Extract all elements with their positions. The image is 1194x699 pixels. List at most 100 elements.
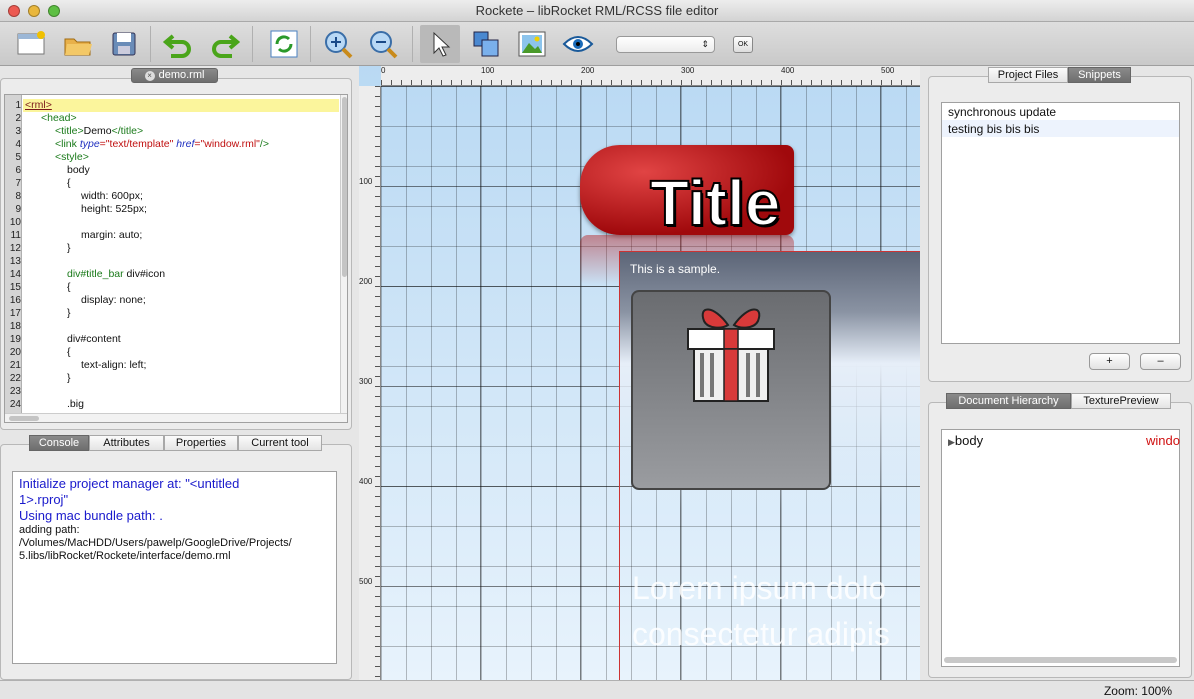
tree-node-label: body (954, 433, 984, 448)
vertical-ruler: 100 200 300 400 500 (359, 86, 381, 680)
code-token: <title> (55, 125, 84, 137)
code-token: div#icon (123, 268, 166, 280)
line-number: 4 (15, 139, 21, 150)
line-number: 19 (9, 334, 21, 345)
tree-node-value: windo (1146, 433, 1180, 448)
code-line: display: none; (81, 294, 146, 306)
code-line: } (67, 242, 71, 254)
code-line: margin: auto; (81, 229, 143, 241)
tab-demo-rml[interactable]: × demo.rml (131, 68, 218, 83)
hierarchy-hscroll-thumb[interactable] (944, 657, 1177, 663)
editor-hscrollbar[interactable] (5, 413, 347, 422)
status-bar: Zoom: 100% (0, 680, 1194, 699)
tab-attributes[interactable]: Attributes (89, 435, 164, 451)
remove-snippet-button[interactable]: – (1140, 353, 1181, 370)
zoom-out-icon[interactable] (367, 28, 399, 60)
toolbar (0, 22, 1194, 66)
line-number: 13 (9, 256, 21, 267)
line-number: 1 (15, 100, 21, 111)
window-title-text[interactable]: Title (649, 163, 781, 243)
console-line: Initialize project manager at: "<untitle… (19, 476, 240, 491)
line-number: 3 (15, 126, 21, 137)
tab-document-hierarchy[interactable]: Document Hierarchy (946, 393, 1071, 409)
chevron-updown-icon: ⇕ (701, 39, 709, 49)
code-token: /> (259, 138, 269, 150)
code-token: href (176, 138, 195, 150)
ruler-label: 500 (359, 577, 373, 586)
add-snippet-button[interactable]: + (1089, 353, 1130, 370)
editor-vscrollbar[interactable] (340, 95, 347, 413)
current-line-highlight (23, 99, 339, 112)
select-arrow-icon[interactable] (420, 25, 460, 63)
line-number: 15 (9, 282, 21, 293)
disclosure-triangle-icon[interactable]: ▶ (948, 437, 955, 447)
window-titlebar: Rockete – libRocket RML/RCSS file editor (0, 0, 1194, 22)
zoom-in-icon[interactable] (322, 28, 354, 60)
editor-vscroll-thumb[interactable] (342, 97, 347, 277)
line-number: 18 (9, 321, 21, 332)
move-layers-icon[interactable] (470, 28, 502, 60)
code-token: <style> (55, 151, 89, 163)
code-token: <rml> (25, 99, 52, 111)
close-window-button[interactable] (8, 5, 20, 17)
tab-project-files[interactable]: Project Files (988, 67, 1068, 83)
undo-icon[interactable] (162, 28, 194, 60)
code-line: div#content (67, 333, 121, 345)
tool-select[interactable]: ⇕ (616, 36, 715, 53)
tab-current-tool[interactable]: Current tool (238, 435, 322, 451)
lorem-text-2: consectetur adipis (632, 616, 890, 652)
list-item[interactable]: synchronous update (942, 103, 1179, 120)
line-number: 10 (9, 217, 21, 228)
line-number: 21 (9, 360, 21, 371)
line-number: 12 (9, 243, 21, 254)
list-item[interactable]: testing bis bis bis (942, 120, 1179, 137)
save-icon[interactable] (108, 28, 140, 60)
eye-icon[interactable] (562, 28, 594, 60)
reload-icon[interactable] (268, 28, 300, 60)
code-line: height: 525px; (81, 203, 147, 215)
code-token: </title> (111, 125, 144, 137)
line-number: 14 (9, 269, 21, 280)
open-folder-icon[interactable] (62, 28, 94, 60)
line-number: 2 (15, 113, 21, 124)
zoom-window-button[interactable] (48, 5, 60, 17)
code-line: } (67, 372, 71, 384)
console-line: /Volumes/MacHDD/Users/pawelp/GoogleDrive… (19, 537, 292, 549)
code-token: <link (55, 138, 80, 150)
redo-icon[interactable] (209, 28, 241, 60)
line-number: 17 (9, 308, 21, 319)
code-token: div#title_bar (67, 268, 124, 280)
tab-snippets[interactable]: Snippets (1068, 67, 1131, 83)
ruler-label: 400 (359, 477, 373, 486)
ruler-label: 500 (881, 66, 895, 75)
minimize-window-button[interactable] (28, 5, 40, 17)
line-number: 23 (9, 386, 21, 397)
ruler-label: 100 (481, 66, 495, 75)
ruler-label: 0 (381, 66, 386, 75)
close-tab-icon[interactable]: × (144, 71, 155, 81)
line-number: 16 (9, 295, 21, 306)
editor-hscroll-thumb[interactable] (9, 416, 39, 421)
ruler-label: 300 (359, 377, 373, 386)
ok-button[interactable]: OK (733, 36, 753, 53)
code-line: text-align: left; (81, 359, 147, 371)
line-number: 24 (9, 399, 21, 410)
code-editor[interactable]: 1 2 3 4 5 6 7 8 9 10 11 12 13 14 15 16 1… (4, 94, 348, 423)
sample-text: This is a sample. (630, 262, 721, 276)
tab-console[interactable]: Console (29, 435, 89, 451)
line-number: 8 (15, 191, 21, 202)
ruler-label: 100 (359, 177, 373, 186)
snippet-list: synchronous update testing bis bis bis (941, 102, 1180, 344)
new-file-icon[interactable] (16, 28, 48, 60)
ruler-label: 300 (681, 66, 695, 75)
image-icon[interactable] (516, 28, 548, 60)
ruler-label: 400 (781, 66, 795, 75)
ruler-label: 200 (581, 66, 595, 75)
horizontal-ruler: 0 100 200 300 400 500 (381, 66, 920, 86)
tab-texture-preview[interactable]: TexturePreview (1071, 393, 1171, 409)
line-number: 6 (15, 165, 21, 176)
console-line: 1>.rproj" (19, 492, 69, 507)
tab-properties[interactable]: Properties (164, 435, 238, 451)
code-line: { (67, 281, 71, 293)
tree-node-body[interactable]: ▶body (948, 433, 983, 448)
